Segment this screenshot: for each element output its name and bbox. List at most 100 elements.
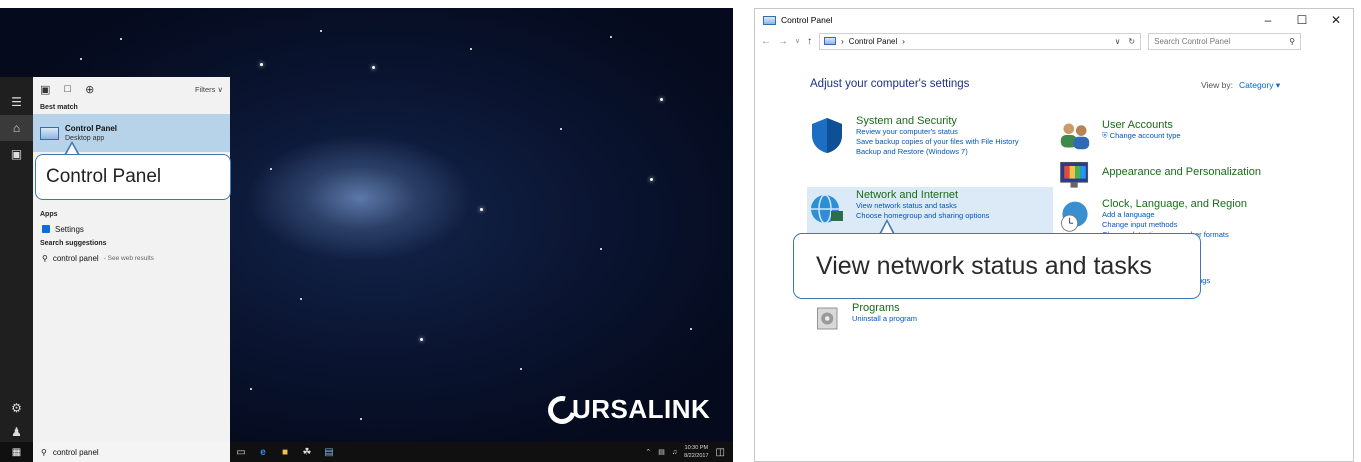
network-internet-title[interactable]: Network and Internet <box>856 189 989 201</box>
star <box>372 66 375 69</box>
documents-icon[interactable]: □ <box>64 83 71 95</box>
homegroup-sharing-link[interactable]: Choose homegroup and sharing options <box>856 211 989 221</box>
change-account-type-link[interactable]: ⛨ Change account type <box>1102 131 1181 141</box>
clock-globe-icon <box>1061 201 1088 232</box>
star <box>420 338 423 341</box>
search-icon: ⚲ <box>41 447 47 457</box>
maximize-button[interactable]: ☐ <box>1285 13 1319 27</box>
hamburger-icon[interactable]: ☰ <box>0 89 33 115</box>
input-methods-link[interactable]: Change input methods <box>1102 220 1247 230</box>
notifications-icon[interactable]: ◫ <box>716 447 725 458</box>
best-match-item[interactable]: Control Panel Desktop app <box>33 114 230 152</box>
star <box>300 298 302 300</box>
ursalink-wordmark: URSALINK <box>572 394 711 424</box>
star <box>270 168 272 170</box>
system-tray: ⌃ ▤ ♫ 10:30 PM 8/22/2017 ◫ <box>645 444 733 460</box>
window-titlebar: Control Panel – ☐ ✕ <box>755 9 1353 31</box>
forward-arrow-icon[interactable]: → <box>778 36 788 47</box>
star <box>660 98 663 101</box>
back-arrow-icon[interactable]: ← <box>761 36 771 47</box>
task-view-icon[interactable]: ▭ <box>230 447 252 458</box>
best-match-title: Control Panel <box>65 124 118 133</box>
network-icon[interactable]: ▤ <box>658 448 665 456</box>
address-row: ← → ∨ ↑ › Control Panel › ∨ ↻ Search Con… <box>755 31 1353 51</box>
settings-icon <box>42 225 50 233</box>
ursalink-logo: URSALINK <box>542 390 711 429</box>
file-explorer-icon[interactable]: ■ <box>274 447 296 458</box>
network-status-callout: View network status and tasks <box>793 233 1201 299</box>
best-match-header: Best match <box>40 104 78 111</box>
system-security-title[interactable]: System and Security <box>856 115 1046 127</box>
clock[interactable]: 10:30 PM 8/22/2017 <box>684 444 708 460</box>
control-panel-icon <box>40 126 59 140</box>
appearance-title[interactable]: Appearance and Personalization <box>1102 157 1261 193</box>
star <box>80 58 82 60</box>
windows-start-icon[interactable]: ▦ <box>0 447 33 458</box>
search-icon: ⚲ <box>42 253 48 263</box>
home-icon[interactable]: ⌂ <box>0 115 33 141</box>
review-status-link[interactable]: Review your computer's status <box>856 127 1046 137</box>
callout-pointer <box>879 219 895 234</box>
users-icon <box>1060 123 1090 150</box>
view-by: View by: Category ▾ <box>1201 80 1280 91</box>
add-language-link[interactable]: Add a language <box>1102 210 1247 220</box>
star <box>520 368 522 370</box>
chevron-down-icon: ∨ <box>217 84 224 94</box>
view-network-status-link[interactable]: View network status and tasks <box>856 201 989 211</box>
filters-button[interactable]: Filters ∨ <box>195 85 223 94</box>
category-appearance: Appearance and Personalization <box>1057 157 1261 193</box>
star <box>600 248 602 250</box>
taskbar-search-text: control panel <box>52 447 99 457</box>
file-history-link[interactable]: Save backup copies of your files with Fi… <box>856 137 1046 147</box>
refresh-icon[interactable]: ↻ <box>1128 37 1135 46</box>
star <box>360 418 362 420</box>
settings-label: Settings <box>55 224 84 234</box>
breadcrumb[interactable]: Control Panel <box>849 37 897 46</box>
address-dropdown-icon[interactable]: ∨ <box>1115 37 1121 46</box>
star <box>560 128 562 130</box>
search-icon: ⚲ <box>1289 36 1296 46</box>
control-panel-taskbar-icon[interactable]: ▤ <box>318 447 340 458</box>
notebook-icon[interactable]: ▣ <box>0 141 33 167</box>
search-control-panel-input[interactable]: Search Control Panel ⚲ <box>1148 32 1302 50</box>
callout-pointer <box>64 141 80 155</box>
breadcrumb-separator-icon: › <box>902 36 905 46</box>
breadcrumb-separator-icon: › <box>841 36 844 46</box>
recent-chevron-icon[interactable]: ∨ <box>795 37 800 45</box>
chevron-up-icon[interactable]: ⌃ <box>645 448 651 456</box>
web-suggestion-item[interactable]: ⚲ control panel - See web results <box>33 250 230 266</box>
network-globe-icon <box>811 194 843 224</box>
suggestion-query: control panel <box>52 253 99 263</box>
star <box>260 63 263 66</box>
view-by-dropdown[interactable]: Category ▾ <box>1239 80 1280 90</box>
star <box>650 178 653 181</box>
star <box>480 208 483 211</box>
control-panel-icon <box>824 37 837 45</box>
up-arrow-icon[interactable]: ↑ <box>807 36 812 47</box>
all-results-icon[interactable]: ▣ <box>40 83 50 96</box>
control-panel-icon <box>763 15 776 25</box>
settings-item[interactable]: Settings <box>33 221 230 237</box>
uninstall-program-link[interactable]: Uninstall a program <box>852 314 917 324</box>
star <box>320 30 322 32</box>
shield-icon <box>812 118 842 153</box>
suggestion-hint: - See web results <box>103 254 154 262</box>
volume-icon[interactable]: ♫ <box>672 449 677 456</box>
app-icon[interactable]: ☘ <box>296 447 318 458</box>
window-controls: – ☐ ✕ <box>1251 13 1353 27</box>
minimize-button[interactable]: – <box>1251 13 1285 27</box>
category-programs: Programs Uninstall a program <box>813 302 917 332</box>
taskbar-search-box[interactable]: ⚲ control panel <box>33 442 230 462</box>
close-button[interactable]: ✕ <box>1319 13 1353 27</box>
backup-restore-link[interactable]: Backup and Restore (Windows 7) <box>856 147 1046 157</box>
web-icon[interactable]: ⊕ <box>85 83 94 96</box>
edge-icon[interactable]: e <box>252 447 274 458</box>
apps-header: Apps <box>40 211 58 218</box>
view-by-value: Category <box>1238 80 1274 90</box>
gear-icon[interactable]: ⚙ <box>0 395 33 421</box>
clock-region-title[interactable]: Clock, Language, and Region <box>1102 198 1247 210</box>
user-accounts-title[interactable]: User Accounts <box>1102 119 1181 131</box>
address-bar[interactable]: › Control Panel › ∨ ↻ <box>819 32 1142 50</box>
search-filter-toolbar: ▣ □ ⊕ Filters ∨ <box>33 77 230 101</box>
programs-title[interactable]: Programs <box>852 302 917 314</box>
